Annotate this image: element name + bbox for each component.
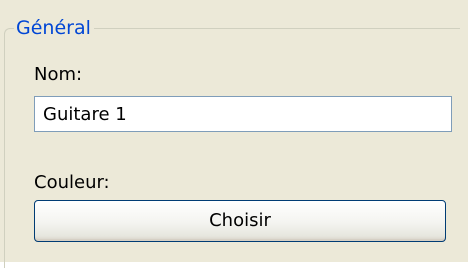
color-label: Couleur:: [34, 172, 110, 193]
general-group-title: Général: [14, 16, 94, 40]
name-input[interactable]: [34, 96, 452, 132]
name-label: Nom:: [34, 64, 83, 85]
settings-panel: Général Nom: Couleur: Choisir: [0, 0, 468, 268]
choose-color-button[interactable]: Choisir: [34, 200, 446, 242]
